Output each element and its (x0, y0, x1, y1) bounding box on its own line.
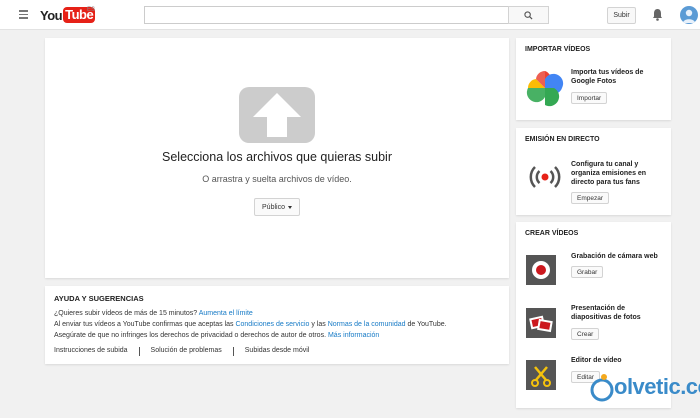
upload-button[interactable]: Subir (607, 7, 636, 24)
upload-subtitle: O arrastra y suelta archivos de vídeo. (202, 174, 352, 184)
search-input[interactable] (144, 6, 508, 24)
search-bar (144, 6, 549, 24)
record-button[interactable]: Grabar (571, 266, 604, 278)
help-panel: AYUDA Y SUGERENCIAS ¿Quieres subir vídeo… (45, 286, 509, 364)
slideshow-text: Presentación de diapositivas de fotos (571, 305, 641, 321)
community-guidelines-link[interactable]: Normas de la comunidad (328, 321, 406, 328)
youtube-logo[interactable]: You Tube ES (40, 7, 96, 23)
help-line-3: Asegúrate de que no infringes los derech… (54, 332, 380, 339)
video-editor-text: Editor de vídeo (571, 357, 622, 364)
live-streaming-panel: EMISIÓN EN DIRECTO Configura tu canal y … (516, 128, 671, 215)
live-text: Configura tu canal y organiza emisiones … (571, 161, 647, 186)
divider (138, 347, 140, 356)
create-button[interactable]: Crear (571, 328, 600, 340)
live-broadcast-icon (526, 162, 564, 192)
watermark-text: olvetic.com (614, 374, 700, 399)
privacy-label: Público (262, 203, 285, 211)
increase-limit-link[interactable]: Aumenta el límite (199, 310, 253, 317)
live-title: EMISIÓN EN DIRECTO (525, 136, 600, 143)
notifications-bell-icon[interactable] (652, 8, 663, 26)
webcam-record-icon (526, 255, 556, 285)
watermark: olvetic.com (590, 372, 700, 402)
webcam-text: Grabación de cámara web (571, 253, 658, 260)
google-photos-icon (526, 69, 564, 107)
import-title: IMPORTAR VÍDEOS (525, 46, 591, 53)
logo-you: You (40, 7, 63, 23)
help-links: Instrucciones de subida Solución de prob… (54, 347, 309, 356)
upload-instructions-link[interactable]: Instrucciones de subida (54, 347, 128, 356)
video-editor-scissors-icon (526, 360, 556, 390)
troubleshooting-link[interactable]: Solución de problemas (151, 347, 222, 356)
privacy-dropdown[interactable]: Público (254, 198, 300, 216)
more-info-link[interactable]: Más información (328, 332, 379, 339)
search-button[interactable] (508, 6, 549, 24)
divider (232, 347, 234, 356)
watermark-logo-icon (590, 374, 614, 402)
help-line-1: ¿Quieres subir vídeos de más de 15 minut… (54, 310, 253, 317)
caret-down-icon (287, 205, 292, 209)
terms-of-service-link[interactable]: Condiciones de servicio (235, 321, 309, 328)
avatar[interactable] (680, 6, 698, 24)
upload-title: Selecciona los archivos que quieras subi… (162, 150, 392, 164)
top-bar: You Tube ES Subir (0, 0, 700, 30)
menu-icon[interactable] (19, 10, 28, 19)
help-title: AYUDA Y SUGERENCIAS (54, 294, 144, 303)
create-title: CREAR VÍDEOS (525, 230, 579, 237)
photo-slideshow-icon (526, 308, 556, 338)
help-line-2: Al enviar tus vídeos a YouTube confirmas… (54, 321, 447, 328)
upload-panel: Selecciona los archivos que quieras subi… (45, 38, 509, 278)
search-icon (524, 10, 533, 20)
import-text: Importa tus vídeos de Google Fotos (571, 69, 644, 85)
upload-arrow-icon[interactable] (239, 87, 315, 143)
import-button[interactable]: Importar (571, 92, 608, 104)
start-button[interactable]: Empezar (571, 192, 610, 204)
import-videos-panel: IMPORTAR VÍDEOS Importa tus vídeos de Go… (516, 38, 671, 120)
mobile-uploads-link[interactable]: Subidas desde móvil (245, 347, 310, 356)
logo-country: ES (87, 7, 96, 13)
